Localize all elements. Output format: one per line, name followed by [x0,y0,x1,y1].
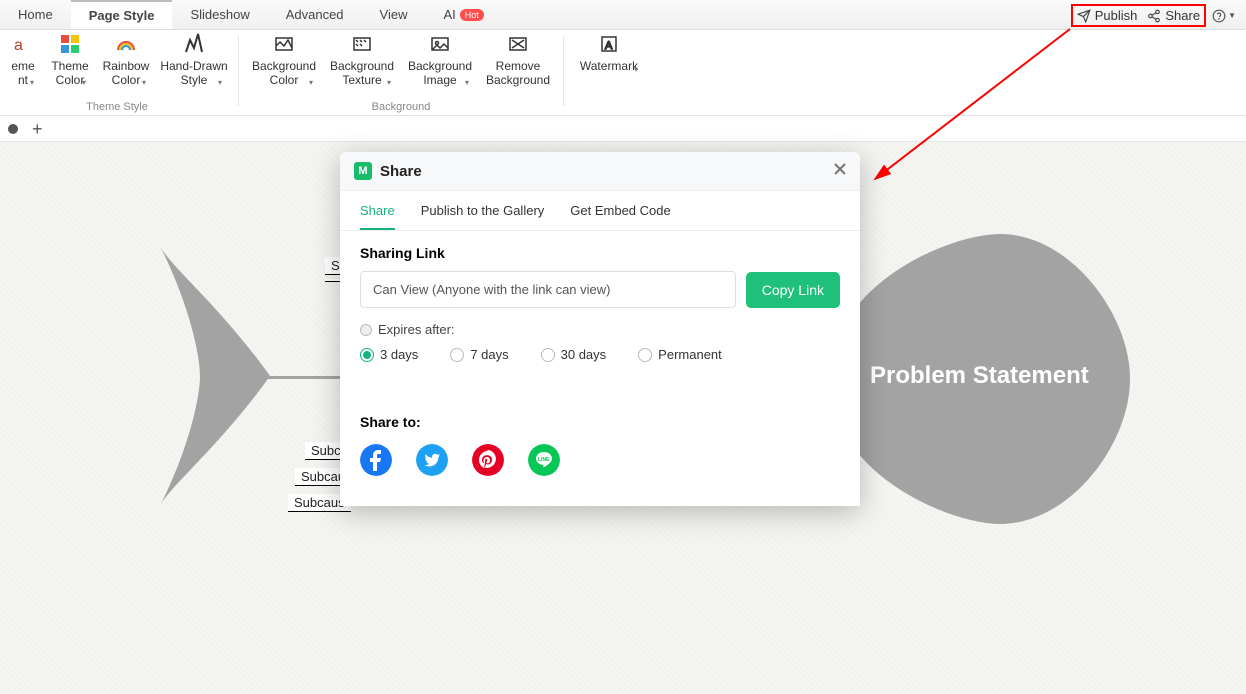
expiry-3-days-label: 3 days [380,347,418,362]
font-icon: a [11,32,35,56]
bg-texture-icon [350,32,374,56]
ribbon-separator [238,36,239,106]
bg-image-icon [428,32,452,56]
tab-ai-label: AI [444,7,456,22]
ribbon-group-background-label: Background [372,101,431,113]
ribbon-group-theme-style: a eme nt▾ Theme Color▾ Rainbow Color▾ Ha… [0,30,234,115]
radio-indicator-icon [360,324,372,336]
ribbon-theme-color[interactable]: Theme Color▾ [48,32,92,88]
expiry-30-days-label: 30 days [561,347,607,362]
ribbon: a eme nt▾ Theme Color▾ Rainbow Color▾ Ha… [0,30,1246,116]
pinterest-icon[interactable] [472,444,504,476]
radio-icon [360,348,374,362]
help-icon [1212,9,1226,23]
radio-icon [541,348,555,362]
expiry-permanent-label: Permanent [658,347,722,362]
publish-icon [1077,9,1091,23]
expires-after-label: Expires after: [360,322,840,337]
ribbon-theme-font-label: eme nt [6,60,40,88]
tab-home[interactable]: Home [0,0,71,29]
rainbow-icon [114,32,138,56]
ribbon-watermark[interactable]: A Watermark▾ [574,32,644,74]
dialog-tabs: Share Publish to the Gallery Get Embed C… [340,191,860,231]
ribbon-theme-font[interactable]: a eme nt▾ [6,32,40,88]
expiry-7-days[interactable]: 7 days [450,347,508,362]
share-to-section: Share to: LINE [340,362,860,476]
close-button[interactable] [834,162,846,180]
close-icon [834,163,846,175]
expiry-30-days[interactable]: 30 days [541,347,607,362]
problem-statement-label[interactable]: Problem Statement [870,362,1089,390]
tab-page-style[interactable]: Page Style [71,0,173,29]
ribbon-watermark-label: Watermark [580,60,638,74]
hand-drawn-icon [182,32,206,56]
expiry-7-days-label: 7 days [470,347,508,362]
share-button[interactable]: Share [1147,8,1200,23]
highlight-box: Publish Share [1071,4,1206,27]
bg-color-icon [272,32,296,56]
twitter-icon[interactable] [416,444,448,476]
copy-link-button[interactable]: Copy Link [746,272,840,308]
app-logo-icon: M [354,162,372,180]
facebook-icon[interactable] [360,444,392,476]
tab-advanced[interactable]: Advanced [268,0,362,29]
ribbon-group-background: Background Color▾ Background Texture▾ Ba… [243,30,559,115]
share-icon [1147,9,1161,23]
share-to-heading: Share to: [360,414,840,430]
svg-text:A: A [605,40,613,52]
document-tab-strip: + [0,116,1246,142]
share-dialog: M Share Share Publish to the Gallery Get… [340,152,860,506]
dialog-title: Share [380,163,422,180]
watermark-icon: A [597,32,621,56]
remove-bg-icon [506,32,530,56]
top-right-actions: Publish Share ▼ [1071,4,1236,27]
share-label: Share [1165,8,1200,23]
expiry-options: 3 days 7 days 30 days Permanent [360,347,840,362]
ribbon-bg-texture[interactable]: Background Texture▾ [327,32,397,88]
dialog-tab-share[interactable]: Share [360,203,395,230]
radio-icon [638,348,652,362]
ribbon-group-watermark: A Watermark▾ [568,30,650,115]
sharing-link-heading: Sharing Link [360,245,840,261]
radio-icon [450,348,464,362]
main-tab-bar: Home Page Style Slideshow Advanced View … [0,0,1246,30]
document-tab[interactable] [8,124,18,134]
ribbon-bg-image[interactable]: Background Image▾ [405,32,475,88]
chevron-down-icon: ▼ [1228,11,1236,20]
dialog-tab-embed[interactable]: Get Embed Code [570,203,670,230]
expiry-3-days[interactable]: 3 days [360,347,418,362]
theme-color-icon [58,32,82,56]
help-button[interactable]: ▼ [1212,9,1236,23]
dialog-body: Share Publish to the Gallery Get Embed C… [340,190,860,506]
ribbon-rainbow-color[interactable]: Rainbow Color▾ [100,32,152,88]
line-icon[interactable]: LINE [528,444,560,476]
ribbon-bg-color[interactable]: Background Color▾ [249,32,319,88]
publish-button[interactable]: Publish [1077,8,1138,23]
ribbon-hand-drawn[interactable]: Hand-Drawn Style▾ [160,32,228,88]
ribbon-remove-bg-label: Remove Background [483,60,553,88]
hot-badge: Hot [460,9,484,21]
add-document-button[interactable]: + [32,120,43,138]
ribbon-remove-bg[interactable]: Remove Background [483,32,553,88]
tab-slideshow[interactable]: Slideshow [172,0,267,29]
ribbon-separator [563,36,564,106]
expiry-permanent[interactable]: Permanent [638,347,722,362]
svg-text:a: a [14,37,23,54]
publish-label: Publish [1095,8,1138,23]
dialog-tab-publish[interactable]: Publish to the Gallery [421,203,545,230]
tab-view[interactable]: View [362,0,426,29]
sharing-link-input[interactable] [360,271,736,308]
svg-text:LINE: LINE [538,457,550,463]
dialog-header: M Share [340,152,860,190]
ribbon-group-theme-style-label: Theme Style [86,101,148,113]
sharing-link-section: Sharing Link Copy Link Expires after: 3 … [340,231,860,362]
expires-after-text: Expires after: [378,322,455,337]
tab-ai[interactable]: AI Hot [426,0,502,29]
